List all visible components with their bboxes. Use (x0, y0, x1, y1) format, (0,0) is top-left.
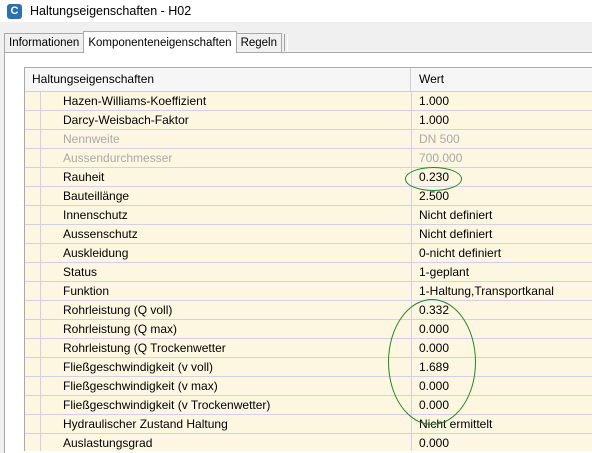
row-indent (25, 187, 41, 205)
app-logo-icon: C (7, 3, 22, 19)
tab-separator (284, 34, 289, 51)
property-row[interactable]: Fließgeschwindigkeit (v voll) 1.689 (25, 358, 592, 377)
property-row[interactable]: Aussendurchmesser 700.000 (25, 149, 592, 168)
property-value[interactable]: 1-geplant (412, 263, 592, 281)
property-value[interactable]: 0.332 (412, 301, 592, 319)
property-row[interactable]: Aussenschutz Nicht definiert (25, 225, 592, 244)
row-indent (25, 339, 41, 357)
property-row[interactable]: Rohrleistung (Q Trockenwetter 0.000 (25, 339, 592, 358)
property-value: 700.000 (419, 151, 463, 165)
property-row[interactable]: Innenschutz Nicht definiert (25, 206, 592, 225)
property-row[interactable]: Darcy-Weisbach-Faktor 1.000 (25, 111, 592, 130)
row-indent (25, 415, 41, 433)
property-row[interactable]: Hazen-Williams-Koeffizient 1.000 (25, 92, 592, 111)
property-name: Funktion (41, 282, 412, 300)
row-indent (25, 130, 41, 148)
property-name: Status (41, 263, 412, 281)
column-header-value[interactable]: Wert (411, 68, 592, 91)
property-value: DN 500 (419, 132, 460, 146)
property-row[interactable]: Rohrleistung (Q max) 0.000 (25, 320, 592, 339)
property-name: Auslastungsgrad (41, 434, 412, 451)
property-name: Fließgeschwindigkeit (v Trockenwetter) (41, 396, 412, 414)
title-bar: C Haltungseigenschaften - H02 (0, 0, 592, 22)
row-indent (25, 377, 41, 395)
property-value[interactable]: 1.000 (412, 92, 592, 110)
row-indent (25, 92, 41, 110)
property-row[interactable]: Auskleidung 0-nicht definiert (25, 244, 592, 263)
property-value[interactable]: 0.000 (412, 339, 592, 357)
row-indent (25, 263, 41, 281)
property-row[interactable]: Fließgeschwindigkeit (v Trockenwetter) 0.… (25, 396, 592, 415)
window-title: Haltungseigenschaften - H02 (30, 4, 192, 18)
grid-rows: Hazen-Williams-Koeffizient 1.000 Darcy-Wei… (25, 92, 592, 451)
property-value[interactable]: 0-nicht definiert (412, 244, 592, 262)
row-indent (25, 282, 41, 300)
row-indent (25, 434, 41, 451)
property-name: Rauheit (41, 168, 412, 186)
property-name: Rohrleistung (Q Trockenwetter (41, 339, 412, 357)
row-indent (25, 225, 41, 243)
row-indent (25, 206, 41, 224)
property-value[interactable]: 0.000 (412, 396, 592, 414)
property-row[interactable]: Auslastungsgrad 0.000 (25, 434, 592, 451)
row-indent (25, 111, 41, 129)
row-indent (25, 320, 41, 338)
row-indent (25, 301, 41, 319)
property-value[interactable]: 0.000 (412, 320, 592, 338)
property-name: Hydraulischer Zustand Haltung (41, 415, 412, 433)
tab-komponenteneigenschaften[interactable]: Komponenteneigenschaften (83, 31, 237, 53)
property-value[interactable]: 0.000 (412, 377, 592, 395)
tab-regeln[interactable]: Regeln (235, 33, 283, 52)
property-name: Bauteillänge (41, 187, 412, 205)
property-name: Fließgeschwindigkeit (v voll) (41, 358, 412, 376)
column-header-name[interactable]: Haltungseigenschaften (25, 68, 411, 91)
property-name: Rohrleistung (Q max) (41, 320, 412, 338)
property-value[interactable]: 2.500 (412, 187, 592, 205)
property-value[interactable]: Nicht ermittelt (412, 415, 592, 433)
property-value[interactable]: Nicht definiert (412, 206, 592, 224)
property-name: Innenschutz (41, 206, 412, 224)
property-row[interactable]: Bauteillänge 2.500 (25, 187, 592, 206)
property-row[interactable]: Hydraulischer Zustand Haltung Nicht ermit… (25, 415, 592, 434)
property-value[interactable]: 0.000 (412, 434, 592, 451)
property-name: Aussenschutz (41, 225, 412, 243)
property-row[interactable]: Rohrleistung (Q voll) 0.332 (25, 301, 592, 320)
property-name: Nennweite (41, 130, 412, 148)
property-value[interactable]: 1.000 (412, 111, 592, 129)
property-row[interactable]: Fließgeschwindigkeit (v max) 0.000 (25, 377, 592, 396)
property-row[interactable]: Status 1-geplant (25, 263, 592, 282)
property-value[interactable]: 0.230 (412, 168, 592, 186)
property-name: Fließgeschwindigkeit (v max) (41, 377, 412, 395)
grid-header: Haltungseigenschaften Wert (25, 68, 592, 92)
row-indent (25, 396, 41, 414)
row-indent (25, 149, 41, 167)
row-indent (25, 358, 41, 376)
row-indent (25, 168, 41, 186)
property-value[interactable]: 1-Haltung,Transportkanal (412, 282, 592, 300)
property-name: Auskleidung (41, 244, 412, 262)
property-value[interactable]: Nicht definiert (412, 225, 592, 243)
property-value[interactable]: 1.689 (412, 358, 592, 376)
property-grid: Haltungseigenschaften Wert Hazen-William… (24, 67, 592, 451)
property-name: Hazen-Williams-Koeffizient (41, 92, 412, 110)
property-row[interactable]: Funktion 1-Haltung,Transportkanal (25, 282, 592, 301)
property-row[interactable]: Rauheit 0.230 (25, 168, 592, 187)
tab-informationen[interactable]: Informationen (4, 33, 85, 52)
property-name: Darcy-Weisbach-Faktor (41, 111, 412, 129)
property-name: Aussendurchmesser (41, 149, 412, 167)
row-indent (25, 244, 41, 262)
property-name: Rohrleistung (Q voll) (41, 301, 412, 319)
property-row[interactable]: Nennweite DN 500 (25, 130, 592, 149)
tab-strip: Informationen Komponenteneigenschaften R… (4, 31, 289, 53)
